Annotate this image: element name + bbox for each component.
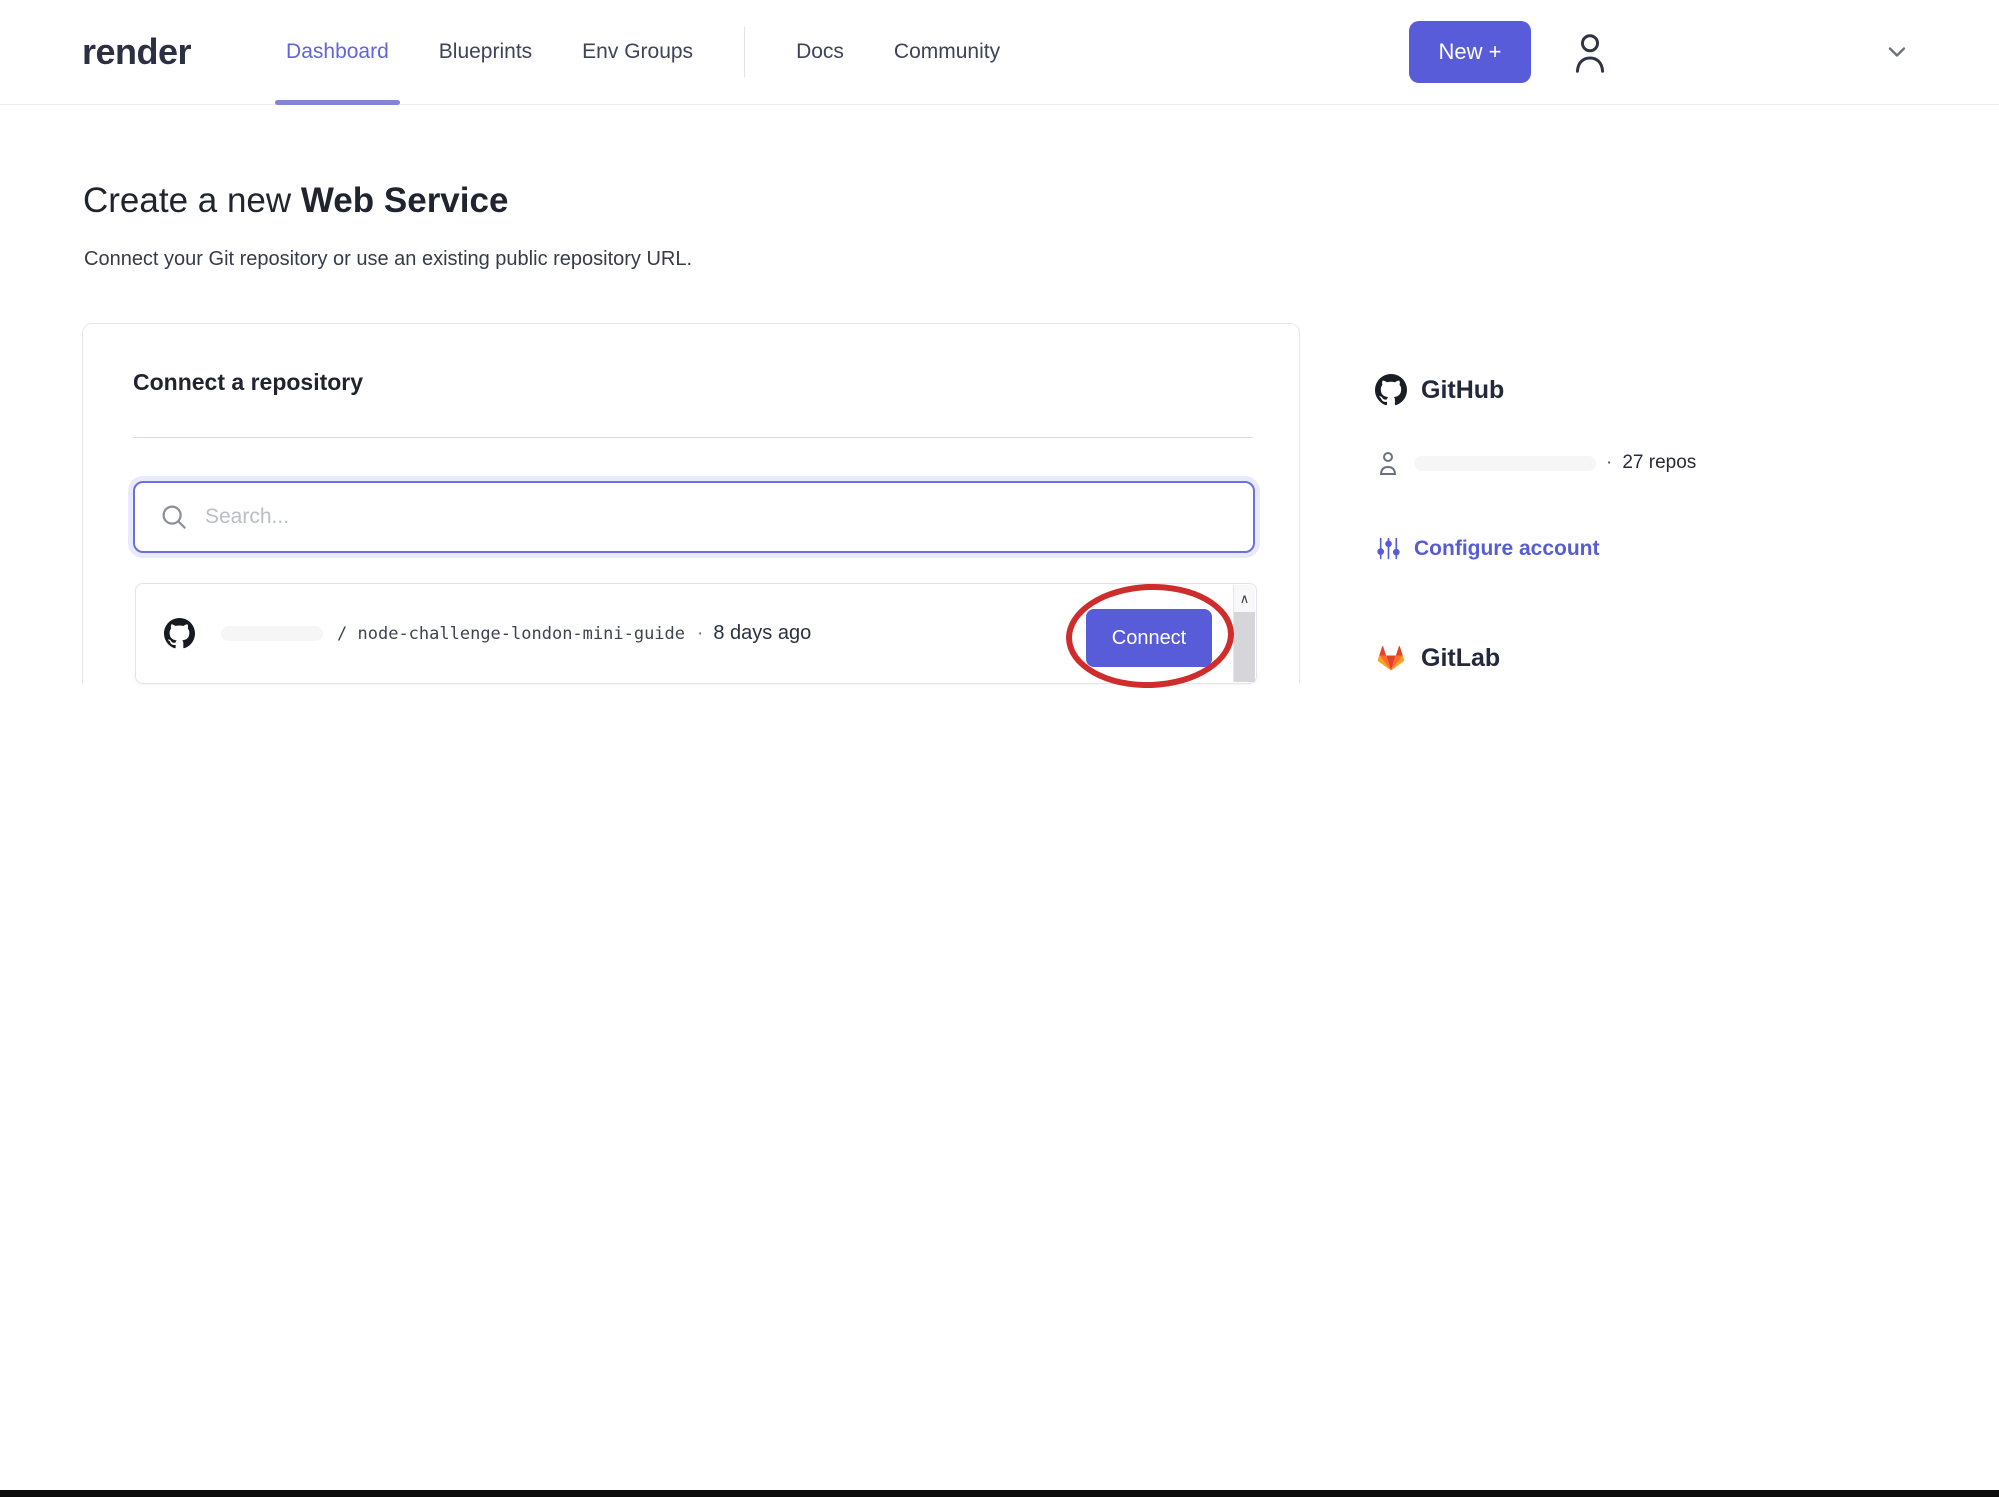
repo-name: node-challenge-london-mini-guide bbox=[357, 623, 686, 644]
github-repo-count: 27 repos bbox=[1622, 452, 1697, 473]
nav-divider bbox=[744, 27, 746, 77]
github-title: GitHub bbox=[1421, 375, 1505, 404]
gitlab-icon bbox=[1377, 646, 1405, 671]
account-name-area bbox=[1611, 47, 1883, 57]
repo-path: / node-challenge-london-mini-guide bbox=[337, 623, 686, 644]
nav-item-blueprints[interactable]: Blueprints bbox=[414, 0, 557, 104]
connect-button[interactable]: Connect bbox=[1086, 609, 1212, 667]
gitlab-title: GitLab bbox=[1421, 643, 1501, 672]
page-subtitle: Connect your Git repository or use an ex… bbox=[84, 248, 693, 270]
chevron-down-icon[interactable] bbox=[1883, 38, 1911, 66]
configure-account-label: Configure account bbox=[1414, 536, 1600, 560]
repo-search-box bbox=[133, 481, 1255, 553]
configure-account-link[interactable]: Configure account bbox=[1376, 536, 1600, 561]
user-avatar-icon[interactable] bbox=[1569, 29, 1611, 75]
card-title: Connect a repository bbox=[133, 369, 364, 395]
connect-repository-card: Connect a repository / node-challenge-lo… bbox=[82, 323, 1300, 684]
scrollbar-up-arrow-icon[interactable]: ∧ bbox=[1234, 585, 1255, 612]
scrollbar-thumb[interactable] bbox=[1234, 612, 1255, 682]
repo-list-item: / node-challenge-london-mini-guide · 8 d… bbox=[135, 583, 1257, 684]
bottom-taskbar-strip bbox=[0, 1490, 1999, 1497]
github-icon bbox=[164, 618, 195, 649]
render-logo[interactable]: render bbox=[82, 31, 192, 73]
top-navbar: render Dashboard Blueprints Env Groups D… bbox=[0, 0, 1999, 105]
nav-item-community[interactable]: Community bbox=[869, 0, 1025, 104]
github-icon bbox=[1375, 374, 1407, 406]
nav-item-env-groups[interactable]: Env Groups bbox=[557, 0, 718, 104]
gitlab-provider-header: GitLab bbox=[1375, 642, 1500, 674]
nav-item-dashboard[interactable]: Dashboard bbox=[261, 0, 414, 105]
page-title-prefix: Create a new bbox=[83, 181, 301, 221]
render-create-web-service-page: render Dashboard Blueprints Env Groups D… bbox=[0, 0, 1999, 1500]
person-icon bbox=[1376, 450, 1400, 476]
repo-list-scrollbar[interactable]: ∧ bbox=[1233, 585, 1255, 682]
github-dot-separator: · bbox=[1606, 452, 1613, 473]
page-title: Create a new Web Service bbox=[83, 181, 508, 221]
navbar-right: New + bbox=[1409, 21, 1999, 83]
repo-search-input[interactable] bbox=[203, 504, 1233, 530]
nav-item-docs[interactable]: Docs bbox=[771, 0, 869, 104]
card-divider bbox=[133, 437, 1253, 438]
github-account-row: · 27 repos bbox=[1376, 450, 1696, 476]
repo-dot-separator: · bbox=[697, 622, 704, 644]
new-button[interactable]: New + bbox=[1409, 21, 1531, 83]
sliders-icon bbox=[1377, 537, 1400, 560]
redacted-username bbox=[221, 626, 323, 641]
page-title-emphasis: Web Service bbox=[300, 181, 509, 221]
repo-updated-time: 8 days ago bbox=[713, 622, 812, 644]
primary-nav: Dashboard Blueprints Env Groups Docs Com… bbox=[261, 0, 1025, 105]
github-provider-header: GitHub bbox=[1375, 374, 1504, 406]
search-icon bbox=[159, 502, 189, 532]
redacted-account-name bbox=[1414, 455, 1596, 471]
